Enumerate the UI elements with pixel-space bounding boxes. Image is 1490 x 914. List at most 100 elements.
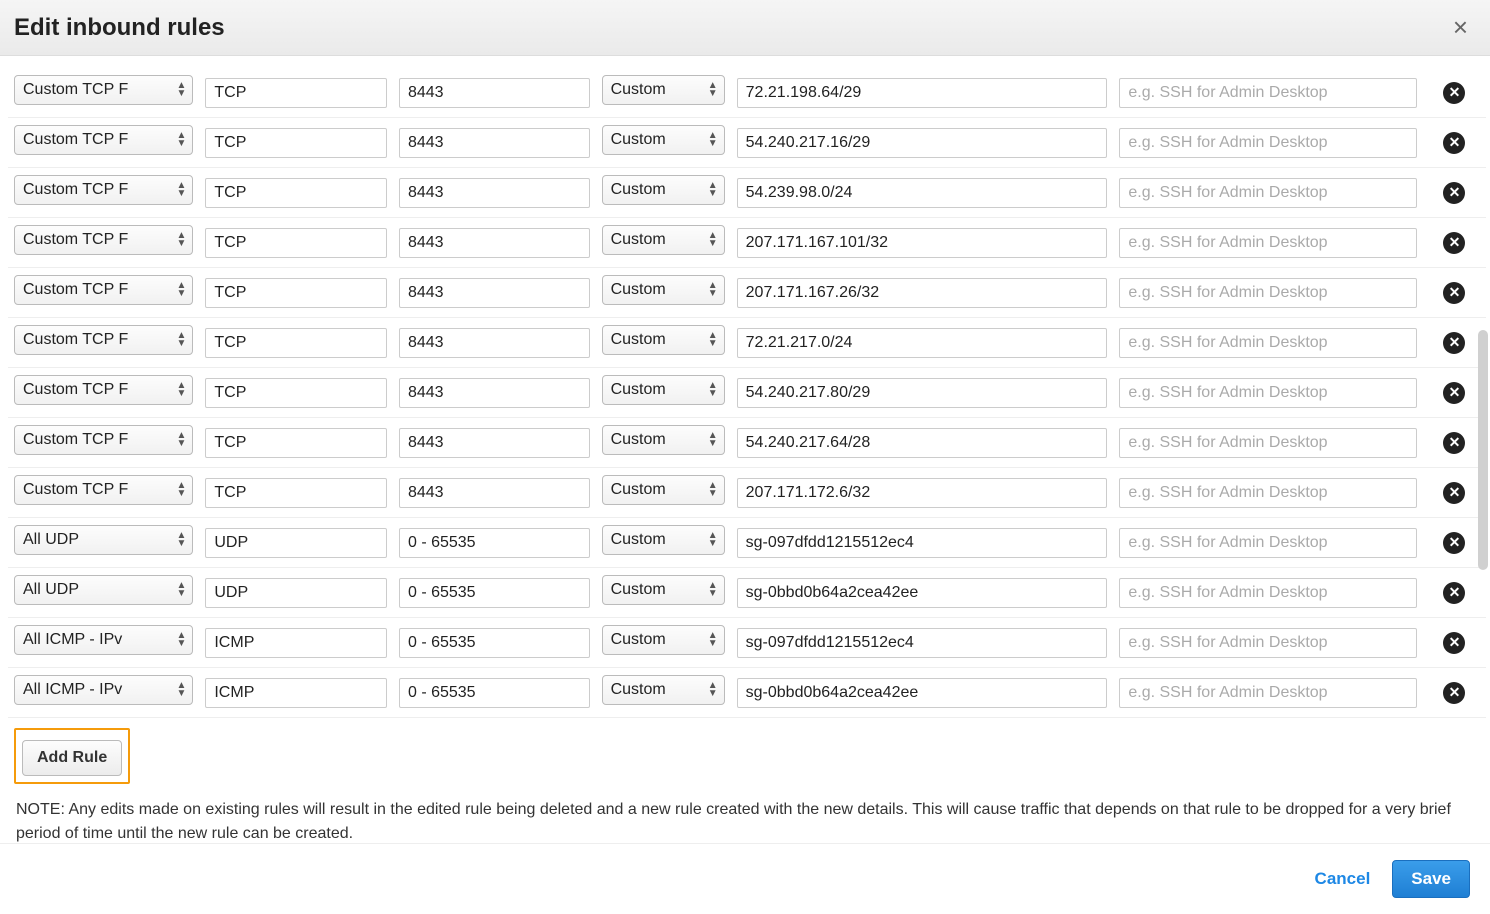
description-input[interactable] bbox=[1119, 328, 1417, 358]
protocol-input[interactable] bbox=[205, 128, 387, 158]
dialog-content: Custom TCP F ▲▼ Custom ▲▼ ✕ Custom T bbox=[0, 56, 1490, 843]
rule-type-select[interactable]: Custom TCP F ▲▼ bbox=[14, 125, 193, 155]
delete-rule-icon[interactable]: ✕ bbox=[1443, 682, 1465, 704]
protocol-input[interactable] bbox=[205, 428, 387, 458]
rule-type-select[interactable]: Custom TCP F ▲▼ bbox=[14, 425, 193, 455]
description-input[interactable] bbox=[1119, 428, 1417, 458]
port-range-input[interactable] bbox=[399, 328, 590, 358]
rule-type-value: Custom TCP F bbox=[23, 481, 128, 498]
source-type-value: Custom bbox=[611, 581, 666, 598]
source-type-select[interactable]: Custom ▲▼ bbox=[602, 625, 725, 655]
protocol-input[interactable] bbox=[205, 578, 387, 608]
delete-rule-icon[interactable]: ✕ bbox=[1443, 532, 1465, 554]
description-input[interactable] bbox=[1119, 528, 1417, 558]
rule-type-select[interactable]: Custom TCP F ▲▼ bbox=[14, 375, 193, 405]
delete-rule-icon[interactable]: ✕ bbox=[1443, 482, 1465, 504]
protocol-input[interactable] bbox=[205, 228, 387, 258]
source-input[interactable] bbox=[737, 428, 1108, 458]
cancel-button[interactable]: Cancel bbox=[1315, 869, 1371, 889]
source-type-select[interactable]: Custom ▲▼ bbox=[602, 375, 725, 405]
close-icon[interactable]: × bbox=[1445, 12, 1476, 43]
source-input[interactable] bbox=[737, 178, 1108, 208]
rule-type-select[interactable]: All UDP ▲▼ bbox=[14, 575, 193, 605]
description-input[interactable] bbox=[1119, 678, 1417, 708]
protocol-input[interactable] bbox=[205, 478, 387, 508]
source-type-select[interactable]: Custom ▲▼ bbox=[602, 325, 725, 355]
delete-rule-icon[interactable]: ✕ bbox=[1443, 82, 1465, 104]
port-range-input[interactable] bbox=[399, 578, 590, 608]
description-input[interactable] bbox=[1119, 578, 1417, 608]
source-type-select[interactable]: Custom ▲▼ bbox=[602, 175, 725, 205]
source-input[interactable] bbox=[737, 128, 1108, 158]
description-input[interactable] bbox=[1119, 228, 1417, 258]
source-input[interactable] bbox=[737, 278, 1108, 308]
protocol-input[interactable] bbox=[205, 78, 387, 108]
delete-rule-icon[interactable]: ✕ bbox=[1443, 232, 1465, 254]
delete-rule-icon[interactable]: ✕ bbox=[1443, 382, 1465, 404]
source-type-select[interactable]: Custom ▲▼ bbox=[602, 675, 725, 705]
description-input[interactable] bbox=[1119, 128, 1417, 158]
description-input[interactable] bbox=[1119, 178, 1417, 208]
rule-type-select[interactable]: Custom TCP F ▲▼ bbox=[14, 275, 193, 305]
rule-type-select[interactable]: All ICMP - IPv ▲▼ bbox=[14, 675, 193, 705]
table-row: Custom TCP F ▲▼ Custom ▲▼ ✕ bbox=[8, 168, 1486, 218]
port-range-input[interactable] bbox=[399, 378, 590, 408]
port-range-input[interactable] bbox=[399, 628, 590, 658]
delete-rule-icon[interactable]: ✕ bbox=[1443, 632, 1465, 654]
source-input[interactable] bbox=[737, 328, 1108, 358]
description-input[interactable] bbox=[1119, 478, 1417, 508]
delete-rule-icon[interactable]: ✕ bbox=[1443, 132, 1465, 154]
rule-type-select[interactable]: Custom TCP F ▲▼ bbox=[14, 325, 193, 355]
protocol-input[interactable] bbox=[205, 528, 387, 558]
source-type-select[interactable]: Custom ▲▼ bbox=[602, 475, 725, 505]
add-rule-button[interactable]: Add Rule bbox=[22, 740, 122, 776]
rule-type-select[interactable]: Custom TCP F ▲▼ bbox=[14, 475, 193, 505]
delete-rule-icon[interactable]: ✕ bbox=[1443, 332, 1465, 354]
save-button[interactable]: Save bbox=[1392, 860, 1470, 898]
source-type-select[interactable]: Custom ▲▼ bbox=[602, 225, 725, 255]
protocol-input[interactable] bbox=[205, 178, 387, 208]
rule-type-select[interactable]: Custom TCP F ▲▼ bbox=[14, 175, 193, 205]
delete-rule-icon[interactable]: ✕ bbox=[1443, 582, 1465, 604]
source-input[interactable] bbox=[737, 578, 1108, 608]
rule-type-select[interactable]: Custom TCP F ▲▼ bbox=[14, 225, 193, 255]
rule-type-select[interactable]: Custom TCP F ▲▼ bbox=[14, 75, 193, 105]
source-type-select[interactable]: Custom ▲▼ bbox=[602, 575, 725, 605]
delete-rule-icon[interactable]: ✕ bbox=[1443, 282, 1465, 304]
source-input[interactable] bbox=[737, 528, 1108, 558]
source-input[interactable] bbox=[737, 228, 1108, 258]
source-type-select[interactable]: Custom ▲▼ bbox=[602, 275, 725, 305]
port-range-input[interactable] bbox=[399, 478, 590, 508]
source-input[interactable] bbox=[737, 478, 1108, 508]
delete-rule-icon[interactable]: ✕ bbox=[1443, 182, 1465, 204]
protocol-input[interactable] bbox=[205, 378, 387, 408]
protocol-input[interactable] bbox=[205, 328, 387, 358]
source-input[interactable] bbox=[737, 628, 1108, 658]
source-type-select[interactable]: Custom ▲▼ bbox=[602, 425, 725, 455]
source-type-select[interactable]: Custom ▲▼ bbox=[602, 125, 725, 155]
source-input[interactable] bbox=[737, 78, 1108, 108]
port-range-input[interactable] bbox=[399, 278, 590, 308]
protocol-input[interactable] bbox=[205, 678, 387, 708]
description-input[interactable] bbox=[1119, 78, 1417, 108]
port-range-input[interactable] bbox=[399, 428, 590, 458]
scrollbar[interactable] bbox=[1478, 330, 1488, 570]
port-range-input[interactable] bbox=[399, 78, 590, 108]
source-type-select[interactable]: Custom ▲▼ bbox=[602, 75, 725, 105]
description-input[interactable] bbox=[1119, 278, 1417, 308]
protocol-input[interactable] bbox=[205, 278, 387, 308]
source-input[interactable] bbox=[737, 378, 1108, 408]
source-type-select[interactable]: Custom ▲▼ bbox=[602, 525, 725, 555]
protocol-input[interactable] bbox=[205, 628, 387, 658]
description-input[interactable] bbox=[1119, 378, 1417, 408]
delete-rule-icon[interactable]: ✕ bbox=[1443, 432, 1465, 454]
description-input[interactable] bbox=[1119, 628, 1417, 658]
port-range-input[interactable] bbox=[399, 178, 590, 208]
rule-type-select[interactable]: All ICMP - IPv ▲▼ bbox=[14, 625, 193, 655]
rule-type-select[interactable]: All UDP ▲▼ bbox=[14, 525, 193, 555]
port-range-input[interactable] bbox=[399, 678, 590, 708]
port-range-input[interactable] bbox=[399, 228, 590, 258]
source-input[interactable] bbox=[737, 678, 1108, 708]
port-range-input[interactable] bbox=[399, 128, 590, 158]
port-range-input[interactable] bbox=[399, 528, 590, 558]
